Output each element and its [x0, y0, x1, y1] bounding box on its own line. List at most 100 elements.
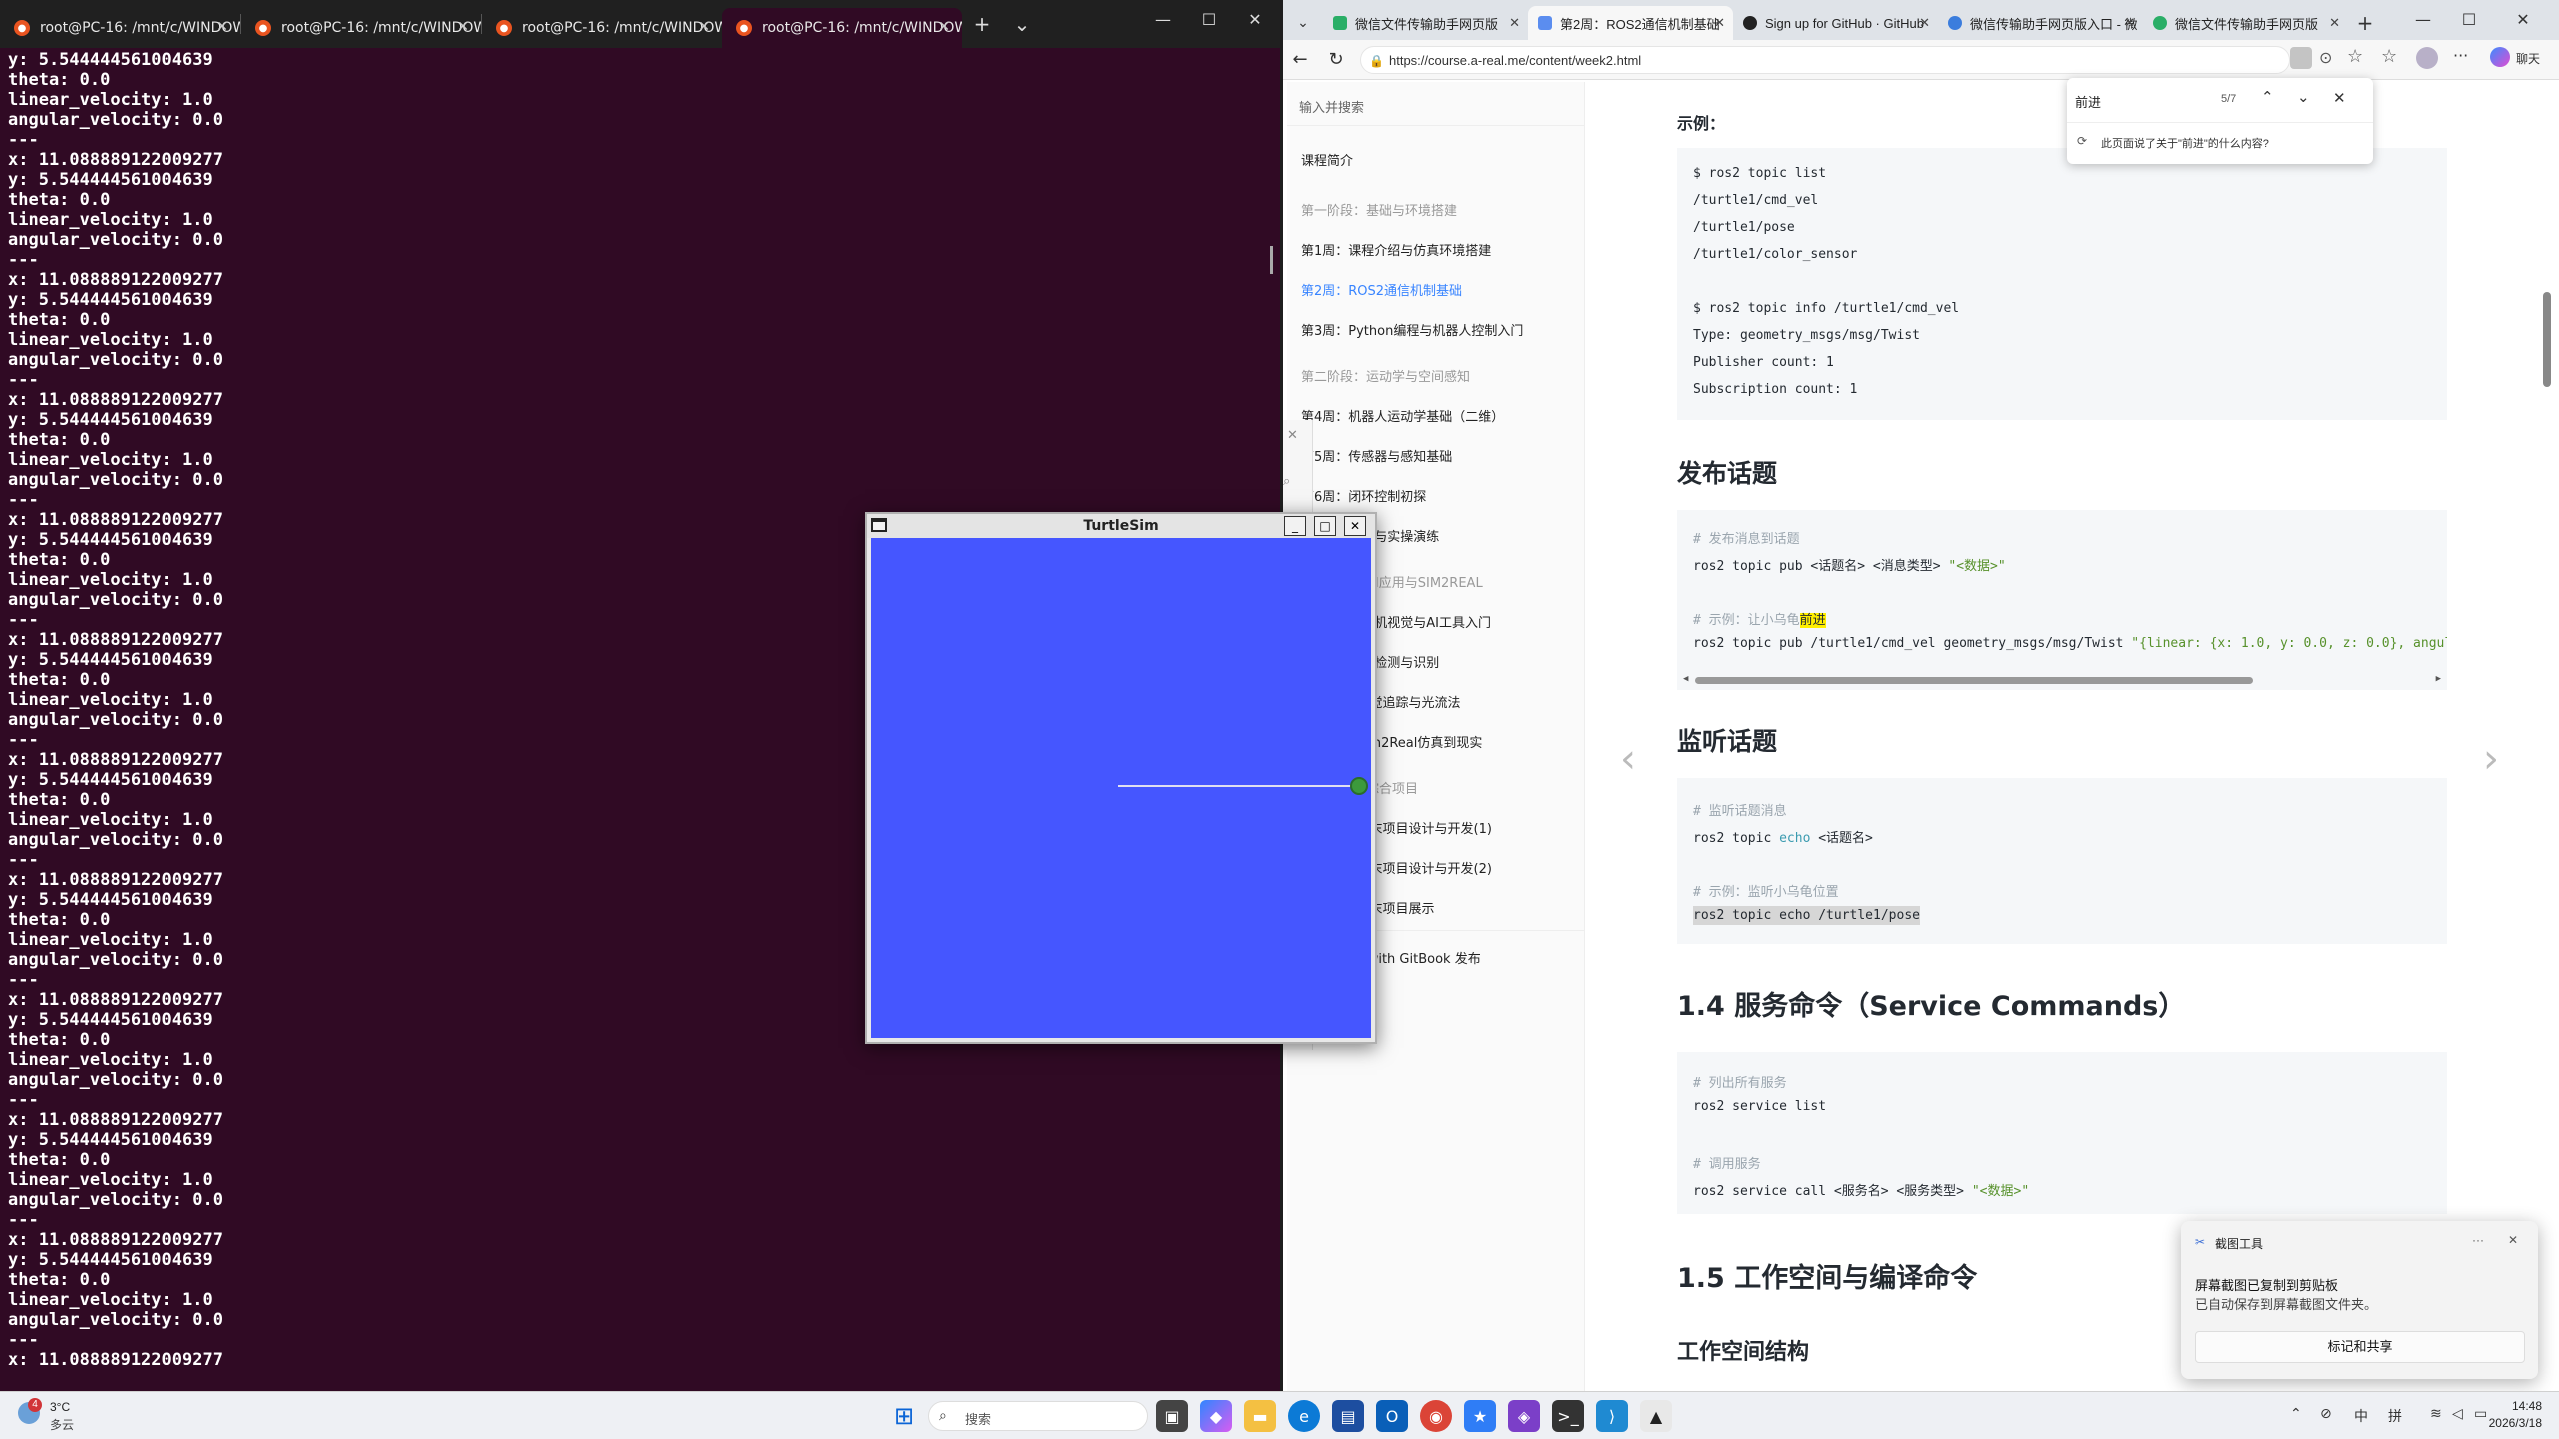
- window-close-button[interactable]: ✕: [1232, 0, 1278, 40]
- vscode-icon[interactable]: ⟩: [1596, 1400, 1628, 1432]
- close-icon[interactable]: ✕: [216, 19, 228, 35]
- browser-tab-active[interactable]: 第2周：ROS2通信机制基础 ✕: [1528, 6, 1733, 40]
- notification-toast[interactable]: ✂ 截图工具 ··· ✕ 屏幕截图已复制到剪贴板 已自动保存到屏幕截图文件夹。 …: [2181, 1221, 2538, 1379]
- profile-avatar[interactable]: [2416, 47, 2438, 69]
- terminal-icon[interactable]: >_: [1552, 1400, 1584, 1432]
- close-icon[interactable]: ✕: [2124, 15, 2135, 31]
- terminal-tab[interactable]: ● root@PC-16: /mnt/c/WINDOW ✕: [0, 8, 240, 48]
- close-icon[interactable]: ✕: [1919, 15, 1930, 31]
- terminal-tab[interactable]: ● root@PC-16: /mnt/c/WINDOW ✕: [482, 8, 722, 48]
- back-button[interactable]: ←: [1287, 47, 1313, 73]
- close-icon[interactable]: ✕: [698, 19, 710, 35]
- browser-tab[interactable]: 微信传输助手网页版入口 - 微 ✕: [1938, 6, 2143, 40]
- search-icon[interactable]: ⌕: [1283, 474, 1290, 489]
- edge-icon[interactable]: e: [1288, 1400, 1320, 1432]
- find-previous-icon[interactable]: ⌃: [2261, 88, 2274, 106]
- window-close-button[interactable]: ✕: [1344, 516, 1366, 536]
- terminal-tab[interactable]: ● root@PC-16: /mnt/c/WINDOW ✕: [241, 8, 481, 48]
- toast-close-button[interactable]: ✕: [2508, 1233, 2518, 1247]
- chat-label[interactable]: 聊天: [2516, 50, 2540, 67]
- ime-mode[interactable]: 拼: [2388, 1406, 2402, 1426]
- task-view-icon[interactable]: ▣: [1156, 1400, 1188, 1432]
- refresh-button[interactable]: ↻: [1323, 47, 1349, 73]
- sidebar-item[interactable]: 第5周：传感器与感知基础: [1301, 446, 1452, 465]
- sidebar-item[interactable]: 第6周：闭环控制初探: [1301, 486, 1426, 505]
- new-tab-button[interactable]: +: [2348, 6, 2382, 40]
- collections-icon[interactable]: ☆: [2381, 46, 2397, 67]
- sidebar-item[interactable]: 课程简介: [1301, 150, 1353, 169]
- window-menu-icon[interactable]: [871, 518, 887, 532]
- weather-desc[interactable]: 多云: [50, 1416, 74, 1433]
- app-icon[interactable]: ★: [1464, 1400, 1496, 1432]
- store-icon[interactable]: ▤: [1332, 1400, 1364, 1432]
- close-icon[interactable]: ✕: [1287, 428, 1298, 443]
- tray-app-icon[interactable]: ⊘: [2320, 1406, 2332, 1422]
- terminal-tab-active[interactable]: ● root@PC-16: /mnt/c/WINDOW ✕: [722, 8, 962, 48]
- scroll-right-icon[interactable]: ▶: [2436, 674, 2441, 684]
- maximize-button[interactable]: ☐: [1186, 0, 1232, 40]
- sidebar-search-input[interactable]: 输入并搜索: [1287, 82, 1585, 126]
- more-options-icon[interactable]: ···: [2453, 46, 2468, 65]
- browser-tab[interactable]: Sign up for GitHub · GitHub ✕: [1733, 6, 1938, 40]
- minimize-button[interactable]: —: [1140, 0, 1186, 40]
- terminal-line: x: 11.088889122009277: [8, 1230, 223, 1250]
- scroll-left-icon[interactable]: ◀: [1683, 674, 1688, 684]
- find-input[interactable]: 前进: [2075, 92, 2101, 111]
- close-icon[interactable]: ✕: [938, 19, 950, 35]
- minimize-button[interactable]: —: [2400, 0, 2446, 40]
- close-icon[interactable]: ✕: [2329, 15, 2340, 31]
- taskbar-search-input[interactable]: ⌕ 搜索: [928, 1401, 1148, 1431]
- browser-tab[interactable]: 微信文件传输助手网页版 ✕: [1323, 6, 1528, 40]
- next-page-icon[interactable]: ›: [2483, 736, 2499, 782]
- scrollbar-thumb[interactable]: [1695, 677, 2253, 684]
- page-scrollbar[interactable]: [2543, 292, 2551, 387]
- close-icon[interactable]: ✕: [457, 19, 469, 35]
- site-info-icon[interactable]: 🔒: [1369, 47, 1384, 75]
- clock-time[interactable]: 14:48: [2502, 1399, 2542, 1413]
- translate-icon[interactable]: [2290, 47, 2312, 69]
- minimize-button[interactable]: _: [1284, 516, 1306, 536]
- file-explorer-icon[interactable]: ▬: [1244, 1400, 1276, 1432]
- find-ask-hint[interactable]: 此页面说了关于"前进"的什么内容?: [2101, 135, 2269, 151]
- clock-date[interactable]: 2026/3/18: [2478, 1416, 2542, 1430]
- toast-more-button[interactable]: ···: [2472, 1233, 2484, 1247]
- turtlesim-canvas[interactable]: [871, 538, 1371, 1038]
- copilot-icon[interactable]: [2490, 47, 2510, 67]
- tab-actions-icon[interactable]: ⌄: [1283, 6, 1323, 40]
- sidebar-item-active[interactable]: 第2周：ROS2通信机制基础: [1301, 280, 1462, 299]
- start-button[interactable]: ⊞: [888, 1400, 920, 1432]
- terminal-line: x: 11.088889122009277: [8, 270, 223, 290]
- tab-dropdown-button[interactable]: ⌄: [1002, 12, 1042, 36]
- copilot-icon[interactable]: ◆: [1200, 1400, 1232, 1432]
- chrome-icon[interactable]: ◉: [1420, 1400, 1452, 1432]
- close-icon[interactable]: ✕: [2333, 89, 2346, 107]
- close-icon[interactable]: ✕: [1714, 15, 1725, 31]
- sidebar-item[interactable]: 第1周：课程介绍与仿真环境搭建: [1301, 240, 1491, 259]
- browser-tab[interactable]: 微信文件传输助手网页版 ✕: [2143, 6, 2348, 40]
- horizontal-scrollbar[interactable]: ◀ ▶: [1683, 674, 2441, 686]
- url-input[interactable]: 🔒 https://course.a-real.me/content/week2…: [1360, 46, 2290, 74]
- markup-share-button[interactable]: 标记和共享: [2195, 1331, 2525, 1363]
- visual-studio-icon[interactable]: ◈: [1508, 1400, 1540, 1432]
- code-line-selected[interactable]: ros2 topic echo /turtle1/pose: [1693, 906, 1920, 925]
- sidebar-item[interactable]: 第4周：机器人运动学基础（二维）: [1301, 406, 1504, 425]
- tray-overflow-icon[interactable]: ⌃: [2290, 1406, 2302, 1422]
- maximize-button[interactable]: ☐: [2446, 0, 2492, 40]
- favorite-icon[interactable]: ☆: [2347, 46, 2363, 67]
- volume-icon[interactable]: ◁: [2452, 1406, 2463, 1422]
- weather-temp[interactable]: 3°C: [50, 1400, 70, 1414]
- wifi-icon[interactable]: ≋: [2430, 1406, 2442, 1422]
- maximize-button[interactable]: □: [1314, 516, 1336, 536]
- new-tab-button[interactable]: +: [962, 12, 1002, 36]
- terminal-line: x: 11.088889122009277: [8, 390, 223, 410]
- outlook-icon[interactable]: O: [1376, 1400, 1408, 1432]
- window-close-button[interactable]: ✕: [2500, 0, 2546, 40]
- terminal-scrollbar[interactable]: [1270, 246, 1273, 274]
- reader-icon[interactable]: ⊙: [2319, 48, 2332, 67]
- prev-page-icon[interactable]: ‹: [1620, 736, 1636, 782]
- close-icon[interactable]: ✕: [1509, 15, 1520, 31]
- ime-language[interactable]: 中: [2354, 1406, 2368, 1426]
- linux-icon[interactable]: ▲: [1640, 1400, 1672, 1432]
- find-next-icon[interactable]: ⌄: [2297, 88, 2310, 106]
- sidebar-item[interactable]: 第3周：Python编程与机器人控制入门: [1301, 320, 1523, 339]
